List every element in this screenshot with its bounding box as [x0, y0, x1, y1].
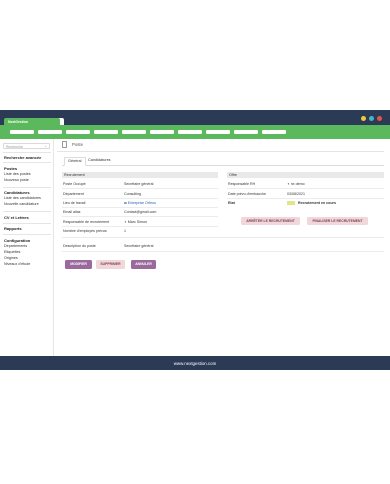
tab-candidatures[interactable]: Candidatures	[86, 158, 113, 162]
sidebar-item-liste-candidatures[interactable]: Liste des candidatures	[4, 196, 41, 200]
label-responsable-recrutement: Responsable de recrutement	[63, 220, 110, 224]
sidebar-section-candidatures[interactable]: Candidatures	[4, 190, 30, 195]
browser-tab[interactable]: NextGestion	[4, 118, 60, 125]
status-badge: Recrutement en cours	[298, 201, 336, 205]
window-minimize-dot[interactable]	[361, 116, 366, 121]
sidebar-section-cv-lettres[interactable]: CV et Lettres	[4, 215, 29, 220]
delete-button[interactable]: SUPPRIMER	[96, 260, 125, 269]
sidebar-divider	[3, 234, 51, 235]
sidebar-divider	[3, 223, 51, 224]
label-etat: Etat	[228, 201, 235, 205]
row-divider	[62, 216, 218, 217]
value-responsable-recrutement[interactable]: Marc Simon	[124, 220, 147, 224]
user-icon	[287, 182, 290, 186]
page-title: Poste	[72, 142, 83, 147]
sidebar-item-nouvelle-candidature[interactable]: Nouvelle candidature	[4, 202, 39, 206]
nav-item-7[interactable]	[178, 129, 202, 134]
row-divider	[62, 188, 218, 189]
value-responsable-recrutement-text: Marc Simon	[127, 220, 147, 224]
row-divider	[62, 226, 218, 227]
nav-item-3[interactable]	[66, 129, 90, 134]
nav-item-9[interactable]	[234, 129, 258, 134]
search-input[interactable]: Recherche ⌄	[3, 143, 50, 149]
recruitment-section-header: Recrutement	[62, 172, 218, 178]
tabs-baseline	[62, 164, 384, 165]
nav-item-8[interactable]	[206, 129, 230, 134]
row-divider	[62, 198, 218, 199]
value-date-embauche[interactable]: 03/08/2021	[287, 192, 305, 196]
value-lieu-travail[interactable]: Entreprise Orfeus	[124, 201, 156, 205]
sidebar-section-configuration[interactable]: Configuration	[4, 238, 30, 243]
browser-tab-title: NextGestion	[8, 119, 28, 124]
nav-item-5[interactable]	[122, 129, 146, 134]
row-divider	[227, 198, 384, 199]
row-divider	[62, 207, 218, 208]
label-description: Description du poste	[63, 244, 96, 248]
finalize-recruitment-button[interactable]: FINALISER LE RECRUTEMENT	[307, 217, 368, 225]
nav-item-1[interactable]	[10, 129, 34, 134]
document-icon	[62, 141, 67, 148]
offer-section-header: Offre	[227, 172, 384, 178]
value-lieu-travail-text: Entreprise Orfeus	[127, 201, 156, 205]
footer: www.nextgestion.com	[0, 356, 390, 370]
sidebar-advanced-search[interactable]: Recherche avancée	[4, 155, 41, 160]
title-divider	[57, 151, 384, 152]
value-departement[interactable]: Consulting	[124, 192, 141, 196]
sidebar-item-liste-postes[interactable]: Liste des postes	[4, 172, 31, 176]
window-maximize-dot[interactable]	[369, 116, 374, 121]
label-nombre-employes: Nombre d'employés prévus	[63, 229, 107, 233]
row-divider	[62, 237, 384, 238]
user-icon	[124, 220, 127, 224]
nav-item-6[interactable]	[150, 129, 174, 134]
sidebar-divider	[3, 187, 51, 188]
chevron-down-icon[interactable]: ⌄	[44, 144, 47, 148]
value-email-alias[interactable]: Contact@gmail.com	[124, 210, 156, 214]
label-date-embauche: Date prévu d'embauche	[228, 192, 267, 196]
sidebar-divider	[3, 152, 51, 153]
window-close-dot[interactable]	[377, 116, 382, 121]
nav-item-2[interactable]	[38, 129, 62, 134]
nav-item-4[interactable]	[94, 129, 118, 134]
label-email-alias: Email alias	[63, 210, 81, 214]
sidebar-item-niveaux-etude[interactable]: Niveaux d'étude	[4, 262, 30, 266]
value-responsable-rh-text: nx demo	[290, 182, 305, 186]
nav-item-10[interactable]	[262, 129, 286, 134]
tab-general[interactable]: Général	[64, 156, 86, 166]
sidebar-item-nouveau-poste[interactable]: Nouveau poste	[4, 178, 29, 182]
value-poste-occupe[interactable]: Secrétaire général	[124, 182, 153, 186]
footer-url[interactable]: www.nextgestion.com	[0, 356, 390, 366]
sidebar-divider	[3, 162, 51, 163]
label-poste-occupe: Poste Occupé	[63, 182, 86, 186]
value-description[interactable]: Secrétaire général	[124, 244, 153, 248]
value-responsable-rh[interactable]: nx demo	[287, 182, 305, 186]
sidebar-divider	[3, 211, 51, 212]
building-icon	[124, 201, 127, 205]
sidebar-item-origines[interactable]: Origines	[4, 256, 18, 260]
sidebar-section-postes[interactable]: Postes	[4, 166, 17, 171]
sidebar-item-etiquettes[interactable]: Etiquettes	[4, 250, 20, 254]
label-lieu-travail: Lieu de travail	[63, 201, 86, 205]
search-placeholder: Recherche	[6, 144, 23, 149]
label-departement: Département	[63, 192, 84, 196]
status-color-swatch	[287, 201, 295, 205]
label-responsable-rh: Responsable RH	[228, 182, 256, 186]
sidebar-section-rapports[interactable]: Rapports	[4, 226, 22, 231]
stop-recruitment-button[interactable]: ARRÊTER LE RECRUTEMENT	[241, 217, 300, 225]
modify-button[interactable]: MODIFIER	[65, 260, 92, 269]
sidebar-item-departements[interactable]: Départements	[4, 244, 27, 248]
value-nombre-employes[interactable]: 1	[124, 229, 126, 233]
row-divider	[227, 188, 384, 189]
row-divider	[62, 251, 384, 252]
cancel-button[interactable]: ANNULER	[131, 260, 156, 269]
